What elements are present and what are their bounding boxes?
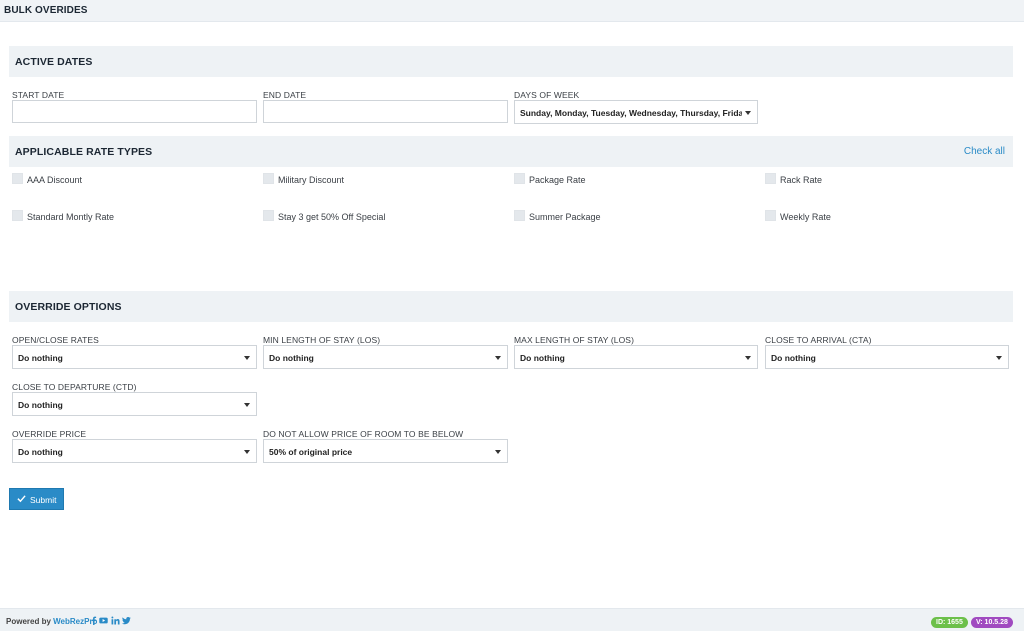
- ctd-label: CLOSE TO DEPARTURE (CTD): [12, 382, 137, 392]
- days-of-week-value: Sunday, Monday, Tuesday, Wednesday, Thur…: [520, 108, 742, 118]
- override-price-select[interactable]: Do nothing: [12, 439, 257, 463]
- chevron-down-icon: [495, 450, 501, 454]
- max-los-select[interactable]: Do nothing: [514, 345, 758, 369]
- cta-select[interactable]: Do nothing: [765, 345, 1009, 369]
- rate-type-label: Standard Montly Rate: [27, 212, 115, 222]
- start-date-label: START DATE: [12, 90, 65, 100]
- rate-type-label: Stay 3 get 50% Off Special: [278, 212, 386, 222]
- rate-type-label: Rack Rate: [780, 175, 823, 185]
- checkmark-icon: [17, 495, 26, 503]
- rate-type-label: Weekly Rate: [780, 212, 831, 222]
- twitter-icon[interactable]: [122, 616, 131, 625]
- youtube-icon[interactable]: [99, 616, 108, 625]
- open-close-rates-value: Do nothing: [18, 353, 63, 363]
- chevron-down-icon: [745, 111, 751, 115]
- days-of-week-select[interactable]: Sunday, Monday, Tuesday, Wednesday, Thur…: [514, 100, 758, 124]
- min-price-select[interactable]: 50% of original price: [263, 439, 508, 463]
- checkbox[interactable]: [514, 210, 525, 221]
- checkbox[interactable]: [263, 173, 274, 184]
- max-los-value: Do nothing: [520, 353, 565, 363]
- checkbox[interactable]: [765, 210, 776, 221]
- active-dates-title: ACTIVE DATES: [15, 56, 93, 68]
- rate-type-label: Package Rate: [529, 175, 586, 185]
- rate-types-section-header: APPLICABLE RATE TYPES Check all: [9, 136, 1013, 167]
- end-date-input[interactable]: [263, 100, 508, 123]
- submit-label: Submit: [30, 495, 57, 505]
- override-price-label: OVERRIDE PRICE: [12, 429, 87, 439]
- rate-type-label: AAA Discount: [27, 175, 83, 185]
- checkbox[interactable]: [263, 210, 274, 221]
- days-of-week-label: DAYS OF WEEK: [514, 90, 580, 100]
- checkbox[interactable]: [514, 173, 525, 184]
- min-los-label: MIN LENGTH OF STAY (LOS): [263, 335, 381, 345]
- checkbox[interactable]: [12, 210, 23, 221]
- id-badge: ID: 1655: [931, 617, 968, 628]
- min-price-label: DO NOT ALLOW PRICE OF ROOM TO BE BELOW: [263, 429, 464, 439]
- facebook-icon[interactable]: [89, 616, 98, 625]
- open-close-rates-select[interactable]: Do nothing: [12, 345, 257, 369]
- ctd-value: Do nothing: [18, 400, 63, 410]
- chevron-down-icon: [244, 403, 250, 407]
- cta-value: Do nothing: [771, 353, 816, 363]
- checkbox[interactable]: [12, 173, 23, 184]
- linkedin-icon[interactable]: [111, 616, 120, 625]
- end-date-label: END DATE: [263, 90, 307, 100]
- min-price-value: 50% of original price: [269, 447, 353, 457]
- override-price-value: Do nothing: [18, 447, 63, 457]
- chevron-down-icon: [244, 450, 250, 454]
- version-badge: V: 10.5.28: [971, 617, 1013, 628]
- powered-by-label: Powered by: [6, 617, 51, 626]
- check-all-link[interactable]: Check all: [964, 146, 1005, 157]
- rate-types-title: APPLICABLE RATE TYPES: [15, 146, 153, 158]
- open-close-rates-label: OPEN/CLOSE RATES: [12, 335, 99, 345]
- active-dates-section-header: ACTIVE DATES: [9, 46, 1013, 77]
- override-options-section-header: OVERRIDE OPTIONS: [9, 291, 1013, 322]
- ctd-select[interactable]: Do nothing: [12, 392, 257, 416]
- powered-by-text: Powered by WebRezPro: [6, 617, 97, 626]
- rate-type-label: Summer Package: [529, 212, 601, 222]
- cta-label: CLOSE TO ARRIVAL (CTA): [765, 335, 872, 345]
- checkbox[interactable]: [765, 173, 776, 184]
- chevron-down-icon: [495, 356, 501, 360]
- page-title: BULK OVERIDES: [4, 5, 88, 16]
- rate-type-label: Military Discount: [278, 175, 345, 185]
- chevron-down-icon: [244, 356, 250, 360]
- submit-button[interactable]: Submit: [9, 488, 64, 510]
- min-los-value: Do nothing: [269, 353, 314, 363]
- min-los-select[interactable]: Do nothing: [263, 345, 508, 369]
- max-los-label: MAX LENGTH OF STAY (LOS): [514, 335, 635, 345]
- start-date-input[interactable]: [12, 100, 257, 123]
- top-bar: BULK OVERIDES: [0, 0, 1024, 22]
- chevron-down-icon: [745, 356, 751, 360]
- override-options-title: OVERRIDE OPTIONS: [15, 301, 122, 313]
- chevron-down-icon: [996, 356, 1002, 360]
- footer: Powered by WebRezPro ID: 1655 V: 10.5.28: [0, 608, 1024, 631]
